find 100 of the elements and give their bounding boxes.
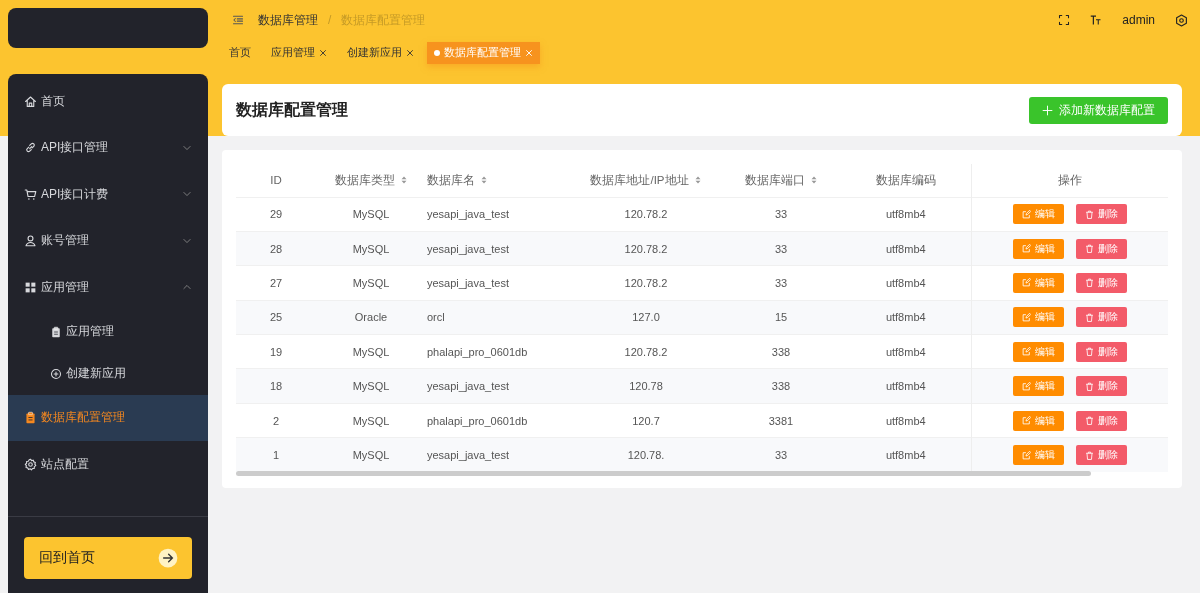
delete-button[interactable]: 删除 <box>1075 445 1127 466</box>
table-cell: orcl <box>426 300 571 335</box>
close-icon <box>525 49 533 57</box>
table-cell: yesapi_java_test <box>426 265 571 301</box>
table-cell: utf8mb4 <box>841 265 971 301</box>
trash-icon <box>1084 347 1094 357</box>
active-dot <box>434 50 440 56</box>
trash-icon <box>1084 209 1094 219</box>
table-cell: 19 <box>236 334 316 369</box>
table-cell: utf8mb4 <box>841 300 971 335</box>
table-cell: MySQL <box>316 265 426 301</box>
home-button[interactable]: 回到首页 <box>24 537 192 579</box>
table-cell: 338 <box>721 368 841 404</box>
table-cell: 33 <box>721 265 841 301</box>
menu-item[interactable]: 首页 <box>8 78 208 125</box>
edit-icon <box>1021 416 1031 426</box>
table-cell: 120.78.2 <box>571 334 721 369</box>
submenu-item[interactable]: 创建新应用 <box>8 352 208 395</box>
table-cell: utf8mb4 <box>841 231 971 266</box>
column-header[interactable]: 数据库端口 <box>721 164 841 197</box>
edit-icon <box>1021 450 1031 460</box>
table-cell: 120.78.2 <box>571 265 721 301</box>
column-header[interactable]: 数据库地址/IP地址 <box>571 164 721 197</box>
table-cell: utf8mb4 <box>841 334 971 369</box>
column-header: 操作 <box>971 164 1168 197</box>
table-cell: utf8mb4 <box>841 403 971 438</box>
edit-icon <box>1021 381 1031 391</box>
trash-icon <box>1084 381 1094 391</box>
clipboard-icon <box>50 325 62 338</box>
plus-icon <box>1042 104 1053 116</box>
table-cell: Oracle <box>316 300 426 335</box>
edit-icon <box>1021 347 1031 357</box>
table-cell: MySQL <box>316 403 426 438</box>
table-cell: 120.7 <box>571 403 721 438</box>
edit-icon <box>1021 244 1031 254</box>
cart-icon <box>24 187 37 201</box>
tab[interactable]: 应用管理 <box>264 42 334 64</box>
delete-button[interactable]: 删除 <box>1075 410 1127 431</box>
sort-icon <box>480 174 488 185</box>
tab[interactable]: 首页 <box>222 42 258 64</box>
table-cell: MySQL <box>316 368 426 404</box>
delete-button[interactable]: 删除 <box>1075 341 1127 362</box>
edit-icon <box>1021 209 1031 219</box>
menu-item[interactable]: 账号管理 <box>8 217 208 264</box>
delete-button[interactable]: 删除 <box>1075 307 1127 328</box>
menu-item[interactable]: API接口计费 <box>8 171 208 218</box>
table-cell: MySQL <box>316 231 426 266</box>
breadcrumb-separator: / <box>328 13 332 27</box>
menu-item[interactable]: 应用管理 <box>8 264 208 311</box>
table-cell: utf8mb4 <box>841 197 971 232</box>
tab[interactable]: 创建新应用 <box>340 42 421 64</box>
sort-icon <box>693 174 702 185</box>
trash-icon <box>1084 416 1094 426</box>
edit-icon <box>1021 278 1031 288</box>
user-name[interactable]: admin <box>1122 13 1155 27</box>
menu-item[interactable]: 数据库配置管理 <box>8 394 208 441</box>
table-cell: 120.78 <box>571 368 721 404</box>
table-cell: 29 <box>236 197 316 232</box>
table-cell: 33 <box>721 197 841 232</box>
submenu-item[interactable]: 应用管理 <box>8 310 208 353</box>
text-size-icon <box>1090 14 1103 26</box>
table-cell: 127.0 <box>571 300 721 335</box>
sort-icon <box>809 174 818 185</box>
table-cell: 18 <box>236 368 316 404</box>
trash-icon <box>1084 278 1094 288</box>
home-icon <box>24 94 37 108</box>
table-cell: yesapi_java_test <box>426 368 571 404</box>
scrollbar[interactable] <box>236 471 1091 477</box>
grid-icon <box>24 280 37 294</box>
column-header: ID <box>236 164 316 197</box>
table-cell: 25 <box>236 300 316 335</box>
arrow-right-icon <box>158 548 178 568</box>
table-cell: 27 <box>236 265 316 301</box>
sort-icon <box>399 174 408 185</box>
table-cell: yesapi_java_test <box>426 231 571 266</box>
delete-button[interactable]: 删除 <box>1075 204 1127 225</box>
gear-icon <box>24 457 37 471</box>
table-cell: 15 <box>721 300 841 335</box>
close-icon <box>319 49 327 57</box>
table-cell: 3381 <box>721 403 841 438</box>
column-header[interactable]: 数据库名 <box>426 164 571 197</box>
menu-item[interactable]: API接口管理 <box>8 124 208 171</box>
breadcrumb-item[interactable]: 数据库管理 <box>258 11 318 29</box>
edit-icon <box>1021 312 1031 322</box>
column-header[interactable]: 数据库类型 <box>316 164 426 197</box>
delete-button[interactable]: 删除 <box>1075 376 1127 397</box>
trash-icon <box>1084 244 1094 254</box>
table-cell: yesapi_java_test <box>426 197 571 232</box>
menu-fold-icon <box>232 14 244 26</box>
table-cell: 2 <box>236 403 316 438</box>
fullscreen-icon <box>1058 14 1071 26</box>
table-cell: 338 <box>721 334 841 369</box>
table-cell: utf8mb4 <box>841 368 971 404</box>
delete-button[interactable]: 删除 <box>1075 272 1127 293</box>
table-cell: 28 <box>236 231 316 266</box>
menu-item[interactable]: 站点配置 <box>8 441 208 488</box>
user-icon <box>24 234 37 248</box>
delete-button[interactable]: 删除 <box>1075 238 1127 259</box>
table-cell: phalapi_pro_0601db <box>426 403 571 438</box>
trash-icon <box>1084 312 1094 322</box>
